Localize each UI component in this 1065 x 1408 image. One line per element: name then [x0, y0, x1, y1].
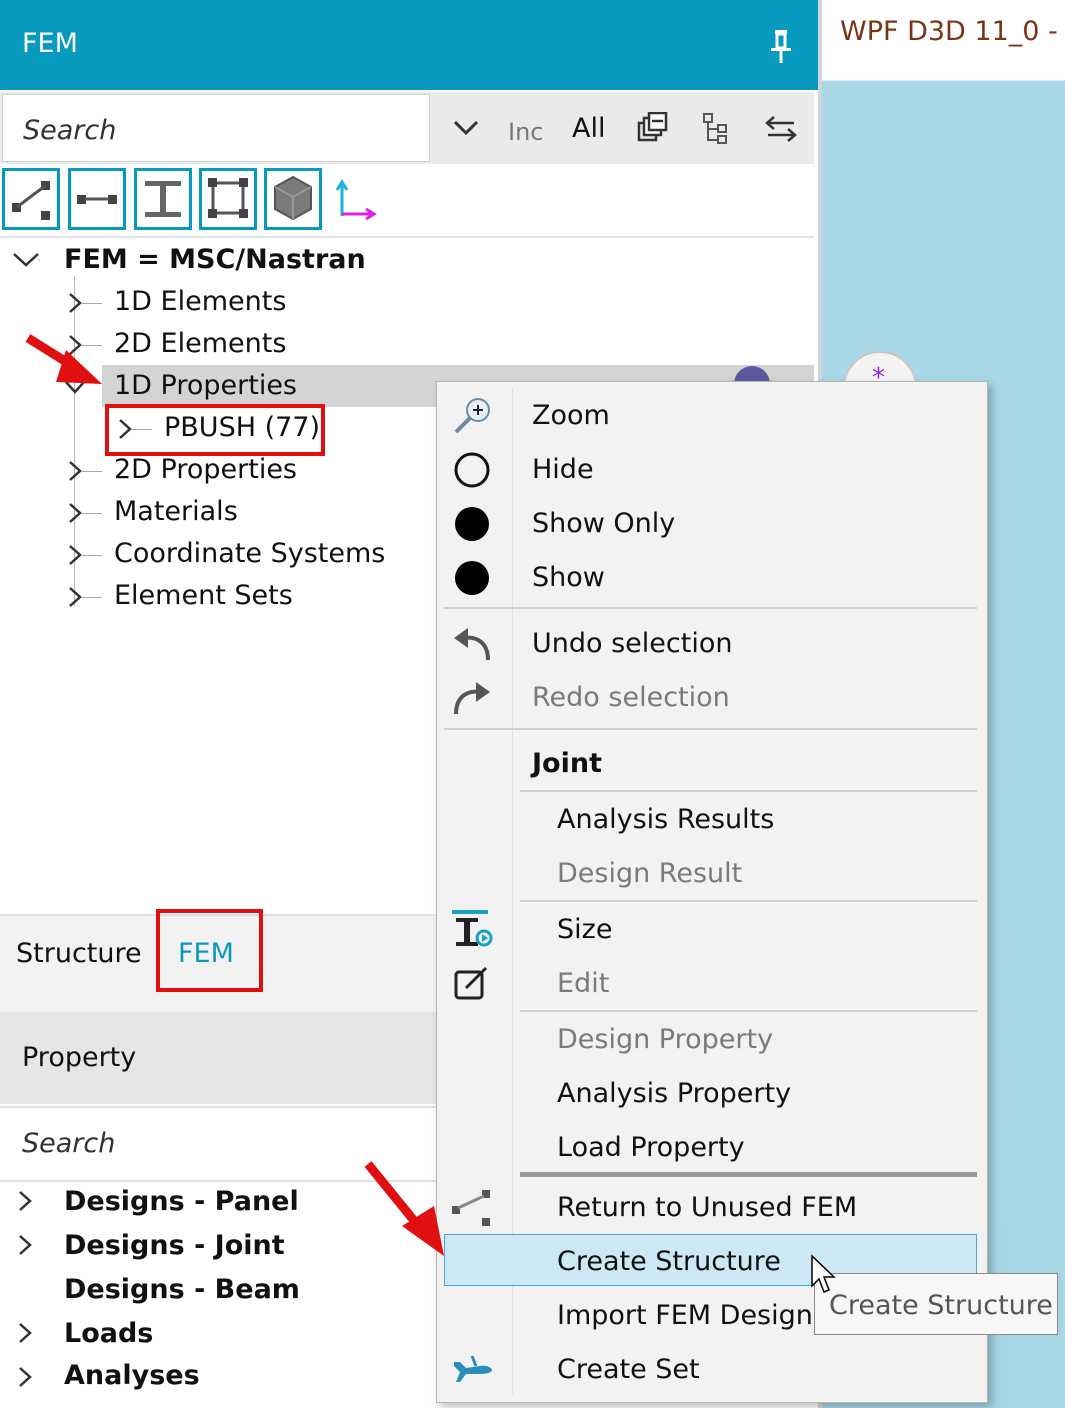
menu-separator: [520, 1010, 977, 1012]
menu-item-create-structure[interactable]: Create Structure: [557, 1246, 781, 1277]
list-item-loads[interactable]: Loads: [64, 1318, 153, 1349]
undo-icon: [454, 628, 490, 661]
menu-item-show-only[interactable]: Show Only: [532, 508, 675, 539]
show-only-icon: [455, 507, 489, 541]
tab-fem[interactable]: FEM: [178, 938, 234, 969]
swap-icon[interactable]: [764, 114, 798, 144]
menu-item-create-set[interactable]: Create Set: [557, 1354, 700, 1385]
tree-toolbar: Search: [0, 92, 814, 164]
property-header-title: Property: [22, 1042, 137, 1073]
filter-solid-element-button[interactable]: [264, 168, 322, 230]
menu-separator: [444, 728, 977, 730]
menu-separator: [520, 900, 977, 902]
list-item-analyses[interactable]: Analyses: [64, 1360, 200, 1391]
tree-root[interactable]: FEM = MSC/Nastran: [64, 244, 366, 275]
panel-title: FEM: [22, 28, 78, 59]
tooltip: Create Structure: [814, 1273, 1058, 1335]
tree-item-2d-elements[interactable]: 2D Elements: [114, 328, 286, 359]
all-button[interactable]: All: [572, 113, 605, 144]
tree-search-placeholder: Search: [23, 115, 117, 146]
tree-item-coordinate-systems[interactable]: Coordinate Systems: [114, 538, 385, 569]
coordinate-axes-icon[interactable]: [334, 178, 378, 220]
chevron-right-icon[interactable]: [14, 1190, 36, 1212]
shell-element-icon: [208, 178, 248, 218]
menu-item-redo-selection: Redo selection: [532, 682, 730, 713]
show-icon: [455, 561, 489, 595]
menu-section-joint: Joint: [532, 748, 602, 779]
menu-item-return-to-unused-fem[interactable]: Return to Unused FEM: [557, 1192, 857, 1223]
tree-item-2d-properties[interactable]: 2D Properties: [114, 454, 297, 485]
list-item-designs-panel[interactable]: Designs - Panel: [64, 1186, 299, 1217]
menu-separator: [520, 1172, 977, 1177]
menu-item-zoom[interactable]: Zoom: [532, 400, 610, 431]
mouse-cursor-icon: [811, 1254, 836, 1293]
chevron-right-icon[interactable]: [14, 1234, 36, 1256]
filter-ibeam-button[interactable]: [134, 168, 192, 230]
tree-search-input[interactable]: Search: [2, 94, 430, 162]
filter-shell-element-button[interactable]: [199, 168, 257, 230]
property-header[interactable]: Property: [0, 1012, 436, 1104]
return-fem-icon: [452, 1190, 490, 1226]
annotation-arrow-icon: [25, 334, 102, 384]
annotation-arrow-icon: [364, 1161, 444, 1256]
chevron-down-icon[interactable]: [452, 118, 480, 138]
airplane-icon: [454, 1355, 492, 1382]
edit-icon: [454, 966, 488, 1000]
chevron-right-icon[interactable]: [14, 1322, 36, 1344]
menu-item-hide[interactable]: Hide: [532, 454, 594, 485]
redo-icon: [454, 682, 490, 715]
solid-element-icon: [274, 175, 312, 221]
zoom-icon: [454, 398, 490, 434]
tree-item-materials[interactable]: Materials: [114, 496, 238, 527]
viewport-title: WPF D3D 11_0 - I: [840, 16, 1065, 47]
pin-icon[interactable]: [764, 26, 798, 66]
chevron-down-icon[interactable]: [12, 250, 40, 270]
menu-item-analysis-results[interactable]: Analysis Results: [557, 804, 774, 835]
panel-title-bar: FEM: [0, 0, 818, 90]
menu-item-size[interactable]: Size: [557, 914, 612, 945]
bar-element-icon: [12, 181, 50, 220]
filter-bar-element-button[interactable]: [2, 168, 60, 230]
ibeam-icon: [145, 181, 181, 217]
chevron-right-icon[interactable]: [14, 1366, 36, 1388]
collapse-all-icon[interactable]: [636, 112, 668, 144]
inc-button[interactable]: Inc: [508, 118, 543, 146]
menu-item-edit: Edit: [557, 968, 610, 999]
menu-item-load-property[interactable]: Load Property: [557, 1132, 745, 1163]
size-icon: [452, 910, 493, 947]
list-item-designs-joint[interactable]: Designs - Joint: [64, 1230, 285, 1261]
tree-item-1d-elements[interactable]: 1D Elements: [114, 286, 286, 317]
tree-hierarchy-icon[interactable]: [702, 112, 732, 146]
tab-structure[interactable]: Structure: [16, 938, 142, 969]
menu-item-import-fem-design[interactable]: Import FEM Design: [557, 1300, 813, 1331]
menu-item-design-property: Design Property: [557, 1024, 774, 1055]
tree-connector: [74, 408, 75, 456]
list-item-designs-beam[interactable]: Designs - Beam: [64, 1274, 300, 1305]
tree-item-element-sets[interactable]: Element Sets: [114, 580, 293, 611]
menu-separator: [444, 607, 977, 609]
menu-item-analysis-property[interactable]: Analysis Property: [557, 1078, 791, 1109]
filter-beam-element-button[interactable]: [68, 168, 126, 230]
menu-item-show[interactable]: Show: [532, 562, 605, 593]
tree-item-1d-properties[interactable]: 1D Properties: [114, 370, 297, 401]
hide-icon: [454, 452, 490, 488]
menu-separator: [520, 790, 977, 792]
menu-item-design-result: Design Result: [557, 858, 743, 889]
beam-element-icon: [77, 195, 117, 204]
tree-item-pbush[interactable]: PBUSH (77): [164, 412, 320, 443]
tooltip-text: Create Structure: [829, 1290, 1053, 1321]
menu-item-undo-selection[interactable]: Undo selection: [532, 628, 732, 659]
property-search-placeholder: Search: [22, 1128, 116, 1159]
